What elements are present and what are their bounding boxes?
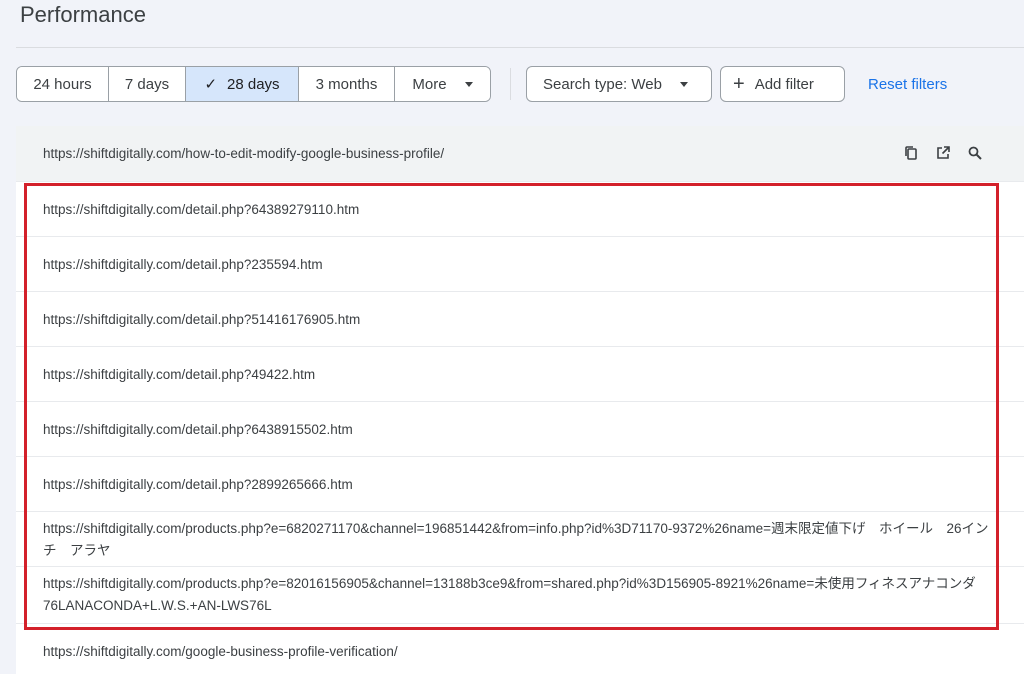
table-row[interactable]: https://shiftdigitally.com/detail.php?49… (16, 348, 1024, 402)
date-range-7-days[interactable]: 7 days (109, 67, 186, 101)
row-url: https://shiftdigitally.com/detail.php?23… (43, 257, 323, 272)
date-range-label: 24 hours (33, 75, 92, 93)
row-actions (902, 144, 984, 162)
date-range-label: More (412, 75, 447, 93)
date-range-label: 7 days (124, 75, 170, 93)
row-url: https://shiftdigitally.com/detail.php?49… (43, 367, 316, 382)
search-icon[interactable] (966, 144, 984, 162)
table-row[interactable]: https://shiftdigitally.com/detail.php?64… (16, 183, 1024, 237)
row-url: https://shiftdigitally.com/detail.php?28… (43, 477, 353, 492)
open-in-new-icon[interactable] (934, 144, 952, 162)
row-url: https://shiftdigitally.com/detail.php?64… (43, 422, 353, 437)
row-url: https://shiftdigitally.com/google-busine… (43, 643, 398, 659)
page-title: Performance (20, 2, 146, 27)
add-filter-button[interactable]: + Add filter (720, 66, 845, 102)
date-range-selector: 24 hours 7 days ✓ 28 days 3 months More (16, 66, 491, 102)
header-url: https://shiftdigitally.com/how-to-edit-m… (43, 146, 445, 161)
add-filter-label: Add filter (754, 75, 814, 93)
row-url: https://shiftdigitally.com/detail.php?64… (43, 202, 360, 217)
caret-down-icon (464, 81, 473, 87)
row-url: https://shiftdigitally.com/detail.php?51… (43, 312, 361, 327)
url-table: https://shiftdigitally.com/how-to-edit-m… (16, 126, 1024, 674)
table-row[interactable]: https://shiftdigitally.com/products.php?… (16, 568, 1024, 624)
row-url: https://shiftdigitally.com/products.php?… (43, 521, 989, 558)
table-row[interactable]: https://shiftdigitally.com/products.php?… (16, 513, 1024, 567)
table-row[interactable]: https://shiftdigitally.com/detail.php?64… (16, 403, 1024, 457)
table-row[interactable]: https://shiftdigitally.com/google-busine… (16, 625, 1024, 674)
table-row[interactable]: https://shiftdigitally.com/detail.php?51… (16, 293, 1024, 347)
date-range-3-months[interactable]: 3 months (299, 67, 395, 101)
check-icon: ✓ (204, 76, 218, 93)
table-row[interactable]: https://shiftdigitally.com/detail.php?23… (16, 238, 1024, 292)
date-range-24-hours[interactable]: 24 hours (17, 67, 109, 101)
plus-icon: + (733, 73, 745, 95)
title-divider (16, 47, 1024, 48)
toolbar: 24 hours 7 days ✓ 28 days 3 months More … (16, 66, 1024, 102)
table-header-row[interactable]: https://shiftdigitally.com/how-to-edit-m… (16, 126, 1024, 182)
date-range-label: 3 months (315, 75, 378, 93)
date-range-label: 28 days (227, 75, 280, 93)
reset-filters-link[interactable]: Reset filters (868, 66, 947, 102)
date-range-28-days[interactable]: ✓ 28 days (186, 67, 299, 101)
toolbar-divider (510, 68, 511, 100)
search-type-dropdown[interactable]: Search type: Web (526, 66, 712, 102)
date-range-more[interactable]: More (395, 67, 490, 101)
search-type-label: Search type: Web (543, 75, 662, 93)
table-row[interactable]: https://shiftdigitally.com/detail.php?28… (16, 458, 1024, 512)
caret-down-icon (679, 81, 688, 87)
copy-icon[interactable] (902, 144, 920, 162)
row-url: https://shiftdigitally.com/products.php?… (43, 576, 976, 613)
